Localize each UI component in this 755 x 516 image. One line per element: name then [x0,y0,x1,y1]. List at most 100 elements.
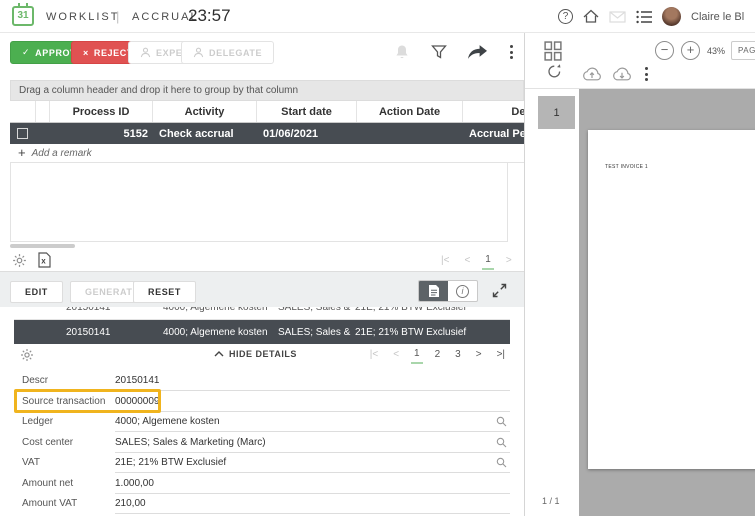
vat-input[interactable]: 21E; 21% BTW Exclusief [115,457,226,468]
transaction-row-partial[interactable]: 20150141 4000; Algemene kosten SALES; Sa… [14,307,510,320]
grid-empty-body [10,163,508,242]
document-icon [428,284,440,298]
cell-descr: 20150141 [50,307,163,319]
cloud-download-icon[interactable] [611,66,633,81]
pager-next-icon[interactable]: > [503,254,515,269]
field-ledger: Ledger 4000; Algemene kosten [0,412,524,432]
title-separator: | [116,9,119,24]
field-descr: Descr 20150141 [0,371,524,391]
field-amount-vat: Amount VAT 210,00 [0,494,524,514]
document-view-toggle[interactable] [419,281,448,301]
pager-first-icon[interactable]: |< [367,348,381,363]
settings-gear-icon[interactable] [12,253,27,268]
field-label: Descr [22,375,48,386]
source-transaction-highlight [14,389,161,413]
cell-process-id: 5152 [50,123,153,144]
add-remark-button[interactable]: + Add a remark [10,144,524,163]
ledger-input[interactable]: 4000; Algemene kosten [115,416,220,427]
person-icon [140,47,151,58]
horizontal-scrollbar[interactable] [10,244,75,248]
amount-vat-input[interactable]: 210,00 [115,498,146,509]
column-header-action-date[interactable]: Action Date [357,101,463,122]
field-vat: VAT 21E; 21% BTW Exclusief [0,453,524,473]
detail-panel-toolbar: EDIT GENERATE RESET i [0,271,524,307]
settings-gear-icon[interactable] [20,348,34,362]
home-icon[interactable] [583,9,599,24]
descr-input[interactable]: 20150141 [115,375,160,386]
transaction-row-selected[interactable]: 20150141 4000; Algemene kosten SALES; Sa… [14,320,510,344]
document-preview-area: TEST INVOICE 1 [579,89,755,516]
pager-first-icon[interactable]: |< [438,254,452,269]
search-lookup-icon[interactable] [496,457,507,468]
reset-button[interactable]: RESET [133,281,196,303]
x-icon: × [83,48,89,58]
app-window: 31 WORKLIST | ACCRUAL 23:57 ? Claire le … [0,0,755,516]
refresh-icon[interactable] [546,63,563,80]
cloud-upload-icon[interactable] [581,66,603,81]
user-avatar[interactable] [662,7,681,26]
column-header-start-date[interactable]: Start date [257,101,357,122]
row-checkbox[interactable] [17,128,28,139]
chevron-up-icon [214,351,224,357]
column-header-activity[interactable]: Activity [153,101,257,122]
user-name[interactable]: Claire le Bl [691,11,744,23]
cell-vat: 21E; 21% BTW Exclusief [352,320,510,344]
cell-activity: Check accrual [153,123,257,144]
field-amount-net: Amount net 1.000,00 [0,474,524,494]
pager-page-1[interactable]: 1 [411,347,423,364]
field-label: Ledger [22,416,53,427]
more-options-icon[interactable] [508,43,515,61]
pager-prev-icon[interactable]: < [390,348,402,363]
help-icon[interactable]: ? [558,9,573,24]
pager-page-2[interactable]: 2 [432,348,444,363]
edit-button[interactable]: EDIT [10,281,63,303]
pager-prev-icon[interactable]: < [461,254,473,269]
countdown-timer: 23:57 [188,6,231,26]
pager-page-1[interactable]: 1 [482,253,494,270]
column-header-process-id[interactable]: Process ID [50,101,153,122]
viewer-body: 1 1 / 1 TEST INVOICE 1 [525,88,755,516]
document-page[interactable]: TEST INVOICE 1 [588,130,755,469]
info-view-toggle[interactable]: i [448,281,477,301]
zoom-level: 43% [707,46,725,56]
pager-page-3[interactable]: 3 [452,348,464,363]
expand-panel-icon[interactable] [492,283,507,298]
search-lookup-icon[interactable] [496,437,507,448]
delegate-button[interactable]: DELEGATE [181,41,274,64]
hide-details-button[interactable]: HIDE DETAILS [214,349,297,359]
zoom-out-icon[interactable]: − [655,41,674,60]
fit-page-button[interactable]: PAGE [731,41,755,60]
calendar-logo-icon: 31 [12,6,34,26]
filter-icon[interactable] [431,44,447,60]
zoom-in-icon[interactable]: + [681,41,700,60]
export-excel-icon[interactable]: x [38,252,51,268]
thumbnails-toggle-icon[interactable] [544,41,562,61]
pager-last-icon[interactable]: >| [494,348,508,363]
pager-next-icon[interactable]: > [473,348,485,363]
transaction-lines-grid: 20150141 4000; Algemene kosten SALES; Sa… [14,307,510,344]
document-viewer-pane: − + 43% PAGE 1 1 / 1 TEST INVOICE 1 [525,33,755,516]
details-toolbar: HIDE DETAILS |< < 1 2 3 > >| [14,346,510,366]
cell-ledger: 4000; Algemene kosten [163,320,278,344]
cell-cost-center: SALES; Sales & Marketing (M [278,307,352,319]
check-icon: ✓ [22,47,30,58]
page-thumbnail[interactable]: 1 [538,96,575,129]
group-by-drop-zone[interactable]: Drag a column header and drop it here to… [10,80,524,101]
worklist-row-selected[interactable]: 5152 Check accrual 01/06/2021 Accrual Pe… [10,123,524,144]
page-indicator: 1 / 1 [542,496,560,506]
search-lookup-icon[interactable] [496,416,507,427]
mail-icon[interactable] [609,11,626,23]
cell-cost-center: SALES; Sales & Marketing (Ma [278,320,352,344]
forward-share-icon[interactable] [468,45,487,60]
cell-vat: 21E; 21% BTW Exclusief [352,307,510,319]
app-title: WORKLIST [46,11,119,23]
notifications-bell-icon[interactable] [394,44,410,61]
thumbnail-strip: 1 1 / 1 [525,89,579,516]
cell-action-date [357,123,463,144]
task-list-icon[interactable] [636,10,652,24]
hide-details-label: HIDE DETAILS [229,349,297,359]
viewer-more-options-icon[interactable] [643,65,650,83]
svg-text:x: x [41,257,46,266]
amount-net-input[interactable]: 1.000,00 [115,478,154,489]
cost-center-input[interactable]: SALES; Sales & Marketing (Marc) [115,437,266,448]
